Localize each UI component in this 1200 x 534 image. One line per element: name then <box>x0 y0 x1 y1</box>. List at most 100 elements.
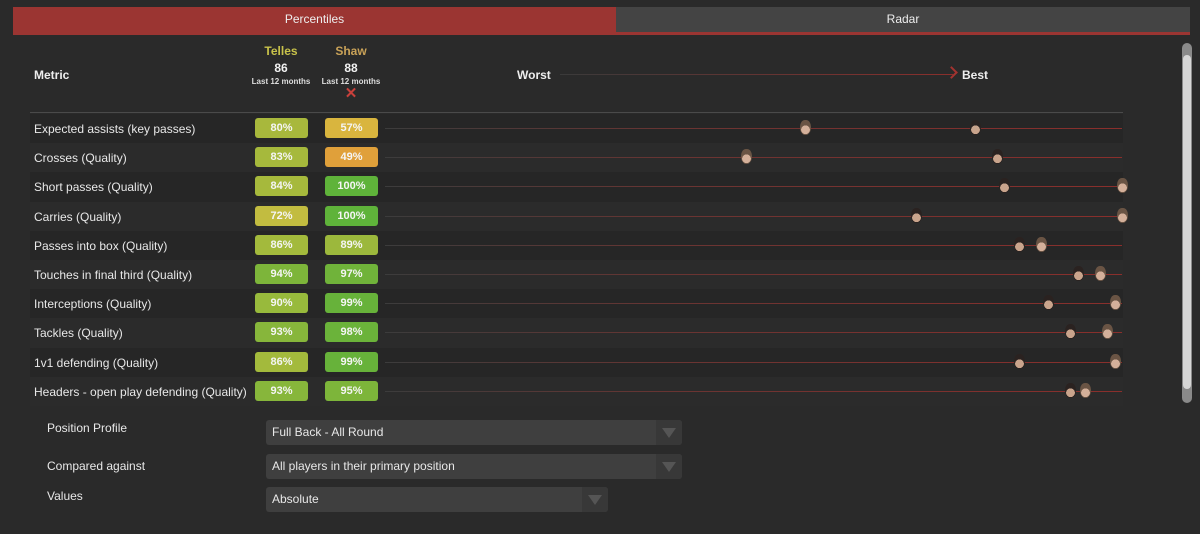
percentile-track <box>385 215 1122 217</box>
shaw-face-marker[interactable] <box>1117 178 1128 194</box>
shaw-face-marker[interactable] <box>1102 324 1114 340</box>
shaw-face-marker[interactable] <box>1109 353 1121 369</box>
dropdown-arrow-icon[interactable] <box>656 454 682 479</box>
shaw-percentile-badge: 89% <box>325 234 378 255</box>
metric-name: Expected assists (key passes) <box>34 122 196 136</box>
percentile-track <box>385 244 1122 246</box>
telles-face-marker[interactable] <box>1072 265 1084 281</box>
telles-percentile-badge: 93% <box>255 322 308 343</box>
telles-percentile-badge: 93% <box>255 380 308 401</box>
telles-percentile-badge: 84% <box>255 176 308 197</box>
percentile-track <box>385 157 1122 159</box>
metric-name: 1v1 defending (Quality) <box>34 355 159 370</box>
telles-face-marker[interactable] <box>1043 295 1055 311</box>
percentile-track <box>385 186 1122 188</box>
remove-player-icon[interactable]: ✕ <box>311 86 391 101</box>
metric-row: Expected assists (key passes) 80% 57% <box>30 114 1123 144</box>
tab-radar[interactable]: Radar <box>616 7 1190 32</box>
telles-face-marker[interactable] <box>991 149 1003 165</box>
shaw-percentile-badge: 98% <box>325 322 378 343</box>
telles-percentile-badge: 94% <box>255 263 308 284</box>
values-select[interactable]: Absolute <box>266 487 608 512</box>
best-label: Best <box>962 68 989 82</box>
player-comparison-panel: Percentiles Radar Metric Telles 86 Last … <box>0 0 1200 534</box>
player-score: 86 <box>274 61 288 75</box>
player-header-shaw: Shaw 88 Last 12 months ✕ <box>311 44 391 101</box>
worst-to-best-axis <box>560 74 953 75</box>
metric-row: Short passes (Quality) 84% 100% <box>30 172 1128 202</box>
position-profile-select[interactable]: Full Back - All Round <box>266 420 682 445</box>
control-label: Compared against <box>47 459 146 473</box>
dropdown-arrow-icon[interactable] <box>656 420 682 445</box>
telles-face-marker[interactable] <box>1065 324 1077 340</box>
player-header-telles: Telles 86 Last 12 months <box>241 44 321 86</box>
select-value: All players in their primary position <box>272 459 455 473</box>
percentile-track <box>385 390 1122 392</box>
telles-face-marker[interactable] <box>1013 236 1025 252</box>
shaw-face-marker[interactable] <box>1109 295 1121 311</box>
percentile-track <box>385 273 1122 275</box>
shaw-percentile-badge: 100% <box>325 205 378 226</box>
metric-name: Touches in final third (Quality) <box>34 267 193 282</box>
header-divider <box>30 112 1123 113</box>
worst-label: Worst <box>517 68 551 82</box>
telles-percentile-badge: 80% <box>255 118 308 138</box>
telles-face-marker[interactable] <box>1065 382 1077 398</box>
metric-name: Passes into box (Quality) <box>34 238 168 253</box>
metric-row: Touches in final third (Quality) 94% 97% <box>30 259 1123 290</box>
player-score: 88 <box>344 61 358 75</box>
view-tabs: Percentiles Radar <box>13 7 1190 35</box>
shaw-percentile-badge: 99% <box>325 351 378 372</box>
metric-row: Passes into box (Quality) 86% 89% <box>30 230 1123 260</box>
tab-percentiles[interactable]: Percentiles <box>13 7 616 32</box>
metric-row: Carries (Quality) 72% 100% <box>30 201 1128 231</box>
player-name: Telles <box>264 44 298 58</box>
percentile-track <box>385 128 1122 129</box>
metric-name: Interceptions (Quality) <box>34 297 152 312</box>
select-value: Absolute <box>272 492 319 506</box>
telles-percentile-badge: 86% <box>255 351 308 372</box>
telles-percentile-badge: 86% <box>255 234 308 255</box>
player-name: Shaw <box>335 44 367 58</box>
metric-row: Headers - open play defending (Quality) 9… <box>30 376 1123 406</box>
metric-name: Tackles (Quality) <box>34 326 123 341</box>
telles-percentile-badge: 72% <box>255 205 308 226</box>
scrollbar-thumb[interactable] <box>1183 55 1191 389</box>
metric-name: Crosses (Quality) <box>34 151 127 166</box>
select-value: Full Back - All Round <box>272 425 384 439</box>
metric-row: Interceptions (Quality) 90% 99% <box>30 289 1123 319</box>
percentile-track <box>385 303 1122 305</box>
shaw-face-marker[interactable] <box>741 149 753 165</box>
metric-name: Headers - open play defending (Quality) <box>34 384 247 399</box>
metric-row: 1v1 defending (Quality) 86% 99% <box>30 347 1123 377</box>
arrow-right-icon <box>945 66 958 79</box>
shaw-percentile-badge: 97% <box>325 263 378 284</box>
player-period: Last 12 months <box>251 77 311 86</box>
metric-row: Crosses (Quality) 83% 49% <box>30 143 1123 173</box>
metric-row: Tackles (Quality) 93% 98% <box>30 318 1123 348</box>
percentile-track <box>385 332 1122 334</box>
metric-name: Short passes (Quality) <box>34 180 153 195</box>
dropdown-arrow-icon[interactable] <box>582 487 608 512</box>
telles-face-marker[interactable] <box>1013 353 1025 369</box>
telles-face-marker[interactable] <box>910 207 922 223</box>
shaw-face-marker[interactable] <box>1094 265 1106 281</box>
telles-percentile-badge: 90% <box>255 293 308 314</box>
telles-percentile-badge: 83% <box>255 147 308 168</box>
control-label: Values <box>47 489 83 503</box>
telles-face-marker[interactable] <box>969 120 981 135</box>
shaw-percentile-badge: 49% <box>325 147 378 168</box>
compared-against-select[interactable]: All players in their primary position <box>266 454 682 479</box>
telles-face-marker[interactable] <box>999 178 1011 194</box>
shaw-percentile-badge: 95% <box>325 380 378 401</box>
metric-name: Carries (Quality) <box>34 209 122 224</box>
vertical-scrollbar[interactable] <box>1182 43 1192 403</box>
metrics-table: Expected assists (key passes) 80% 57% Cross… <box>30 114 1128 406</box>
shaw-percentile-badge: 100% <box>325 176 378 197</box>
shaw-face-marker[interactable] <box>1080 382 1092 398</box>
shaw-percentile-badge: 57% <box>325 118 378 138</box>
shaw-face-marker[interactable] <box>1035 236 1047 252</box>
shaw-face-marker[interactable] <box>1117 207 1128 223</box>
shaw-face-marker[interactable] <box>800 120 812 135</box>
shaw-percentile-badge: 99% <box>325 293 378 314</box>
